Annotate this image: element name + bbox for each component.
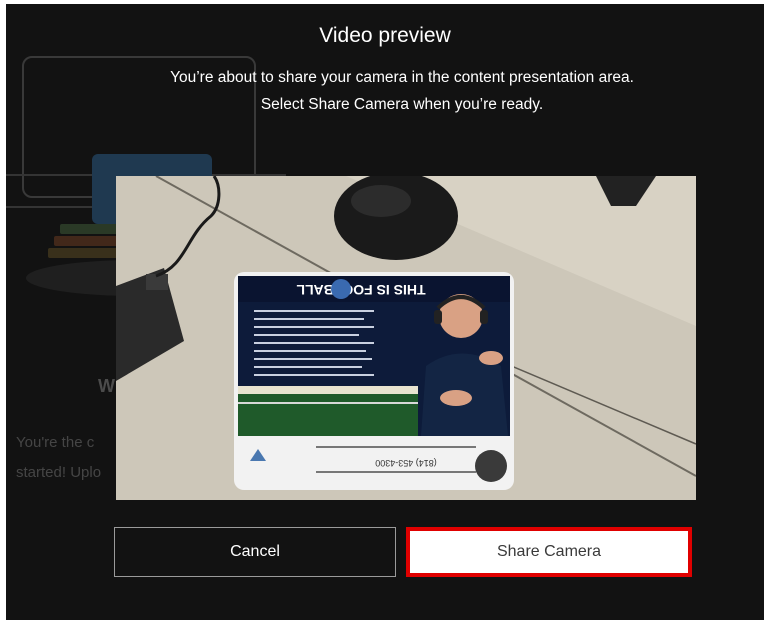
app-screen: W You're the c started! Uplo Video previ… bbox=[6, 4, 764, 620]
mousepad-phone-text: (814) 453-4300 bbox=[375, 458, 437, 468]
dialog-message-line1: You’re about to share your camera in the… bbox=[170, 69, 634, 86]
mousepad: THIS IS FOOTBALL (814) 453-4300 bbox=[234, 272, 514, 490]
dialog-message-line2: Select Share Camera when you’re ready. bbox=[260, 96, 544, 113]
background-heading: W bbox=[98, 376, 115, 396]
camera-feed-image: THIS IS FOOTBALL (814) 453-4300 bbox=[116, 176, 696, 500]
camera-preview: THIS IS FOOTBALL (814) 453-4300 bbox=[116, 176, 696, 500]
cancel-button[interactable]: Cancel bbox=[114, 527, 396, 577]
dialog-message: You’re about to share your camera in the… bbox=[122, 64, 682, 118]
share-camera-button[interactable]: Share Camera bbox=[406, 527, 692, 577]
background-text-line: started! Uplo bbox=[16, 464, 102, 481]
background-text-line: You're the c bbox=[16, 434, 95, 451]
mousepad-banner-text: THIS IS FOOTBALL bbox=[296, 282, 426, 298]
dialog-title: Video preview bbox=[319, 24, 451, 47]
